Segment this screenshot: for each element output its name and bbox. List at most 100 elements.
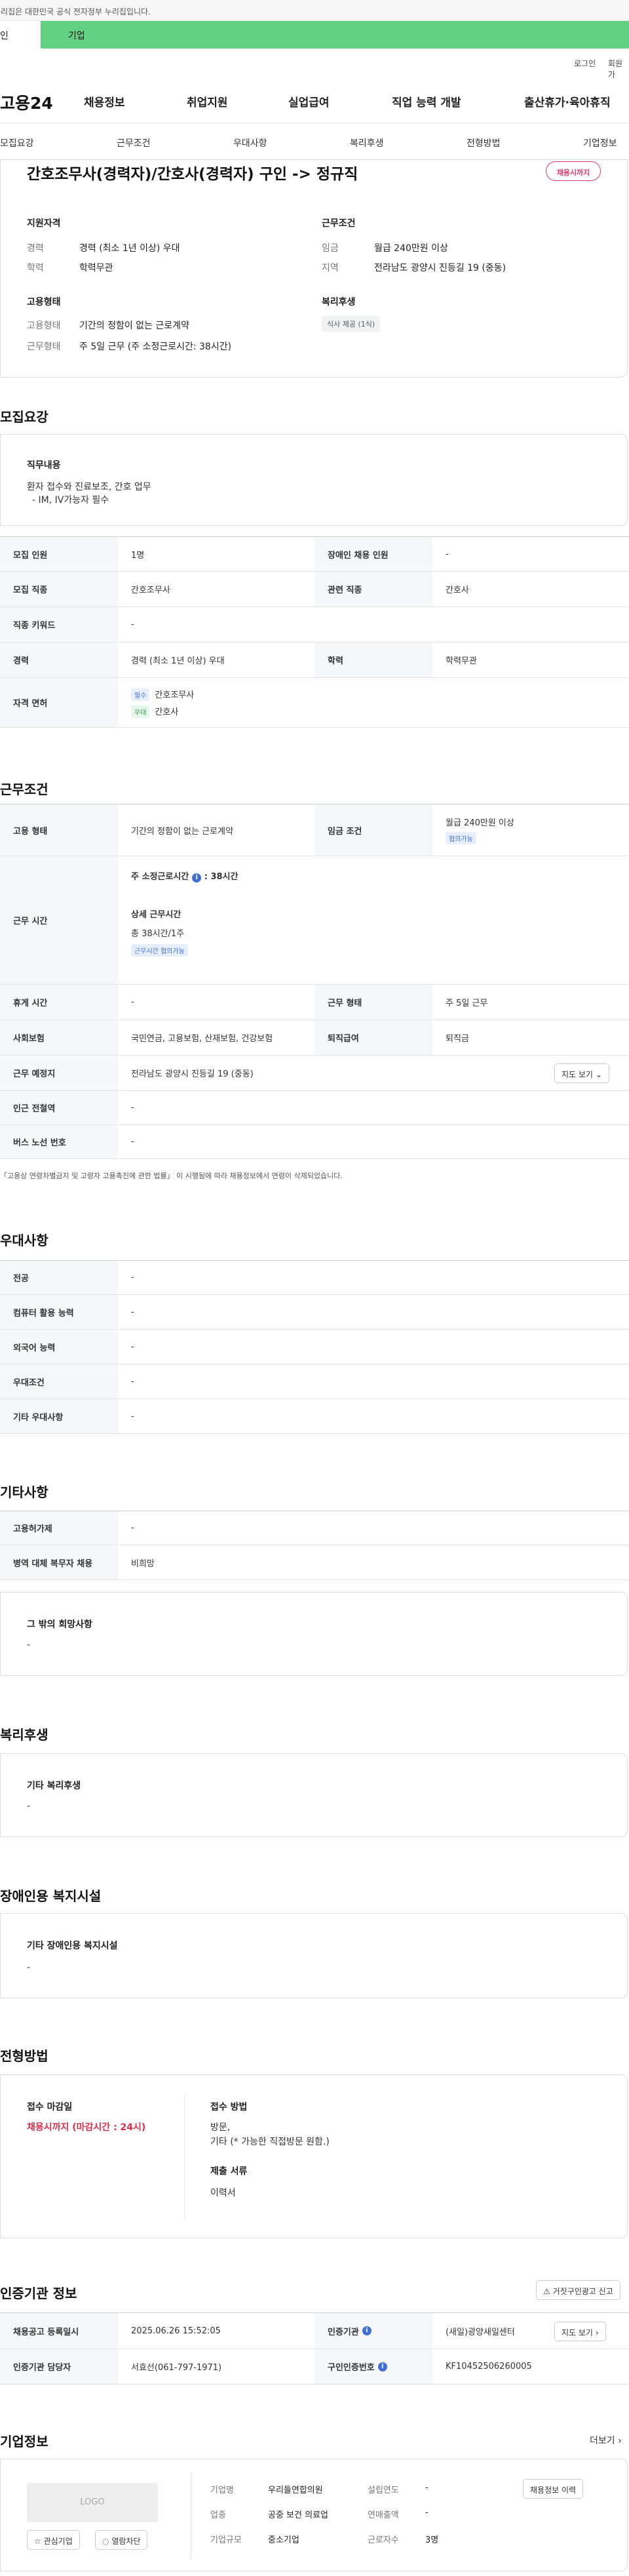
nav-jobs[interactable]: 채용정보: [84, 93, 125, 109]
method-value-1: 방문,: [210, 2122, 231, 2133]
report-fake-ad-button[interactable]: ⚠ 거짓구인광고 신고: [536, 2280, 620, 2300]
table-row: 기타 우대사항 -: [0, 1399, 629, 1434]
table-row: 인근 전철역 -: [0, 1091, 629, 1125]
info-icon[interactable]: i: [192, 873, 202, 882]
favorite-company-button[interactable]: ☆ 관심기업: [27, 2530, 80, 2550]
wage-row-cell: 월급 240만원 이상 협의가능: [432, 804, 629, 856]
pref-etc-value: -: [131, 1411, 134, 1421]
anchor-welfare[interactable]: 복리후생: [350, 136, 384, 149]
age-law-note: 「고용상 연령차별금지 및 고령자 고용촉진에 관한 법률」 이 시행됨에 따라…: [0, 1172, 343, 1180]
duty-heading: 직무내용: [27, 460, 61, 471]
cond-title: 근무조건: [322, 218, 356, 229]
join-link[interactable]: 회원가: [608, 58, 629, 80]
divider: [184, 2095, 185, 2219]
retirement-value: 퇴직금: [446, 1034, 469, 1044]
language-label: 외국어 능력: [0, 1330, 118, 1364]
keyword-value: -: [131, 620, 134, 629]
table-row: 버스 노선 번호 -: [0, 1125, 629, 1159]
table-row: 자격 면허 필수 간호조무사 우대 간호사: [0, 678, 629, 728]
duty-text-1: 환자 접수와 진료보조, 간호 업무: [27, 482, 151, 492]
reg-date-label: 채용공고 등록일시: [0, 2313, 118, 2348]
map-button[interactable]: 지도 보기 ⌄: [554, 1063, 609, 1083]
anchor-recruit[interactable]: 모집요강: [0, 136, 34, 149]
gov-notice-text: 누리집은 대한민국 공식 전자정부 누리집입니다.: [0, 7, 151, 16]
weekly-hours-label: 주 소정근로시간: [131, 872, 189, 882]
table-row: 모집 인원 1명 장애인 채용 인원 -: [0, 536, 629, 572]
anchor-process[interactable]: 전형방법: [467, 136, 501, 149]
count-value: 1명: [131, 550, 145, 561]
pref-condition-value: -: [131, 1376, 134, 1387]
nav-parental-leave[interactable]: 출산휴가·육아휴직: [524, 93, 611, 109]
table-row: 근무 예정지 전라남도 광양시 진등길 19 (중동) 지도 보기 ⌄: [0, 1056, 629, 1091]
more-link[interactable]: 더보기 ›: [590, 2434, 622, 2447]
bus-value: -: [131, 1137, 134, 1147]
anchor-work[interactable]: 근무조건: [117, 136, 151, 149]
anchor-pref[interactable]: 우대사항: [233, 136, 267, 149]
chevron-right-icon: ›: [618, 2436, 622, 2446]
deadline-value: 채용시까지 (마감시간 : 24시): [27, 2122, 146, 2133]
company-size-value: 중소기업: [268, 2535, 299, 2545]
table-row: 채용공고 등록일시 2025.06.26 15:52:05 인증기관 i (새일)…: [0, 2312, 629, 2349]
related-job-value: 간호사: [446, 585, 469, 595]
agency-map-button[interactable]: 지도 보기 ›: [554, 2322, 606, 2341]
region-value: 전라남도 광양시 진등길 19 (중동): [374, 263, 506, 273]
section-anchor-nav: 모집요강 근무조건 우대사항 복리후생 전형방법 기업정보: [0, 123, 629, 160]
job-summary-card: 간호조무사(경력자)/간호사(경력자) 구인 -> 정규직 채용시까지 지원자격…: [0, 160, 628, 378]
recruit-history-button[interactable]: 채용정보 이력: [523, 2479, 584, 2499]
major-value: -: [131, 1273, 134, 1282]
welfare-box: 기타 복리후생 -: [0, 1753, 628, 1837]
military-value: 비희망: [131, 1558, 155, 1569]
map-button-label: 지도 보기: [562, 1070, 593, 1079]
welfare-section-title: 복리후생: [0, 1727, 48, 1743]
method-heading: 접수 방법: [210, 2102, 248, 2112]
tab-company[interactable]: 기업: [41, 21, 629, 49]
license-item: 필수 간호조무사: [131, 688, 194, 701]
agency-map-label: 지도 보기: [562, 2328, 593, 2337]
login-link[interactable]: 로그인: [574, 58, 596, 69]
site-logo[interactable]: 고용24: [0, 90, 53, 114]
recruit-section-title: 모집요강: [0, 409, 48, 425]
license-list: 필수 간호조무사 우대 간호사: [118, 678, 629, 727]
license-item: 우대 간호사: [131, 705, 178, 718]
nav-employment-support[interactable]: 취업지원: [187, 93, 228, 109]
retirement-label: 퇴직급여: [314, 1020, 432, 1055]
global-nav: 고용24 채용정보 취업지원 실업급여 직업 능력 개발 출산휴가·육아휴직: [0, 77, 629, 123]
weekly-hours-value: : 38시간: [204, 872, 238, 882]
insurance-label: 사회보험: [0, 1020, 118, 1055]
nav-job-training[interactable]: 직업 능력 개발: [392, 93, 461, 109]
pref-etc-label: 기타 우대사항: [0, 1399, 118, 1433]
work-section-title: 근무조건: [0, 782, 48, 797]
work-shape-value: 주 5일 근무: [446, 999, 488, 1008]
sales-value: -: [425, 2508, 429, 2518]
nav-unemployment-benefit[interactable]: 실업급여: [288, 93, 330, 109]
info-icon[interactable]: i: [377, 2362, 387, 2371]
block-icon: ◌: [102, 2537, 109, 2546]
tab-individual[interactable]: 인: [0, 21, 41, 49]
founding-year-value: -: [425, 2483, 429, 2493]
gov-notice-bar: 누리집은 대한민국 공식 전자정부 누리집입니다.: [0, 0, 629, 21]
info-icon[interactable]: i: [362, 2326, 372, 2335]
table-row: 경력 경력 (최소 1년 이상) 우대 학력 학력무관: [0, 643, 629, 678]
work-shape-label: 근무 형태: [314, 985, 432, 1020]
manager-value: 서효선(061-797-1971): [131, 2363, 222, 2373]
edu-value: 학력무관: [79, 263, 113, 273]
emp-type-row-label: 고용 형태: [0, 804, 118, 856]
company-name-value: 우리들연합의원: [268, 2486, 323, 2495]
company-size-label: 기업규모: [210, 2535, 242, 2545]
keyword-label: 직종 키워드: [0, 607, 118, 642]
facility-heading: 기타 장애인용 복지시설: [27, 1941, 118, 1951]
count-label: 모집 인원: [0, 537, 118, 571]
region-label: 지역: [322, 263, 339, 273]
license-1: 간호조무사: [155, 690, 195, 700]
status-badge: 채용시까지: [546, 161, 601, 181]
table-row: 외국어 능력 -: [0, 1330, 629, 1364]
weekly-hours: 주 소정근로시간 i : 38시간: [131, 869, 629, 882]
table-row: 근무 시간 주 소정근로시간 i : 38시간 상세 근무시간 총 38시간/1주…: [0, 856, 629, 985]
cert-no-label-text: 구인인증번호: [328, 2363, 375, 2373]
block-view-button[interactable]: ◌ 열람차단: [95, 2530, 148, 2550]
anchor-company[interactable]: 기업정보: [583, 136, 617, 149]
wage-row-value: 월급 240만원 이상: [446, 818, 514, 828]
emp-type-row-value: 기간의 정함이 없는 근로계약: [131, 826, 233, 837]
subway-value: -: [131, 1103, 134, 1113]
facility-box: 기타 장애인용 복지시설 -: [0, 1913, 628, 1998]
